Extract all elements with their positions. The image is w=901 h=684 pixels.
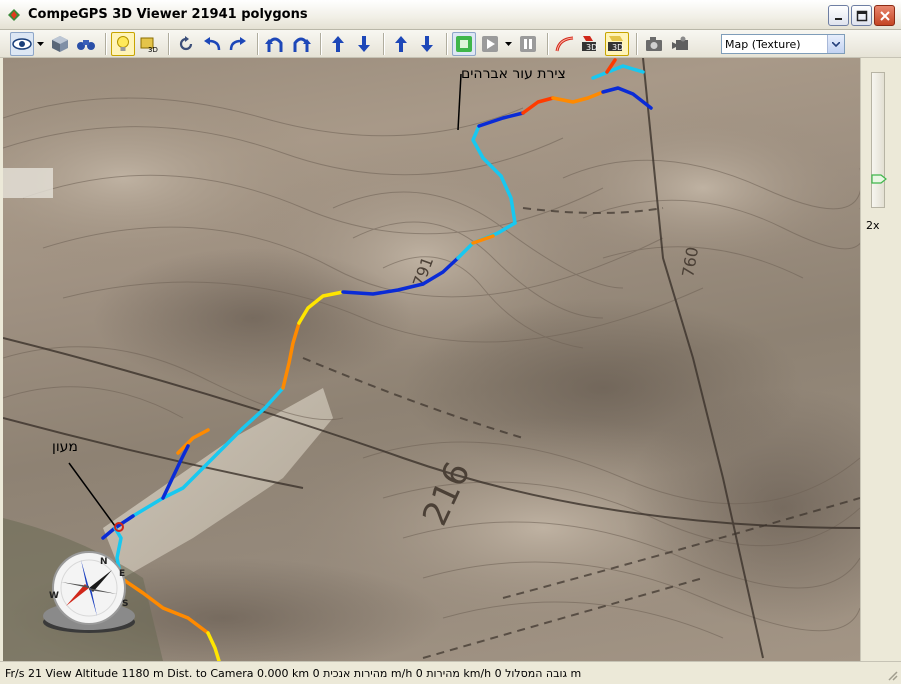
compass-n-label: N bbox=[100, 557, 108, 567]
altitude-down-button[interactable] bbox=[415, 32, 439, 56]
svg-text:3D: 3D bbox=[612, 43, 623, 52]
window-title: CompeGPS 3D Viewer 21941 polygons bbox=[28, 7, 308, 22]
svg-text:3D: 3D bbox=[586, 43, 597, 52]
cube-icon bbox=[52, 35, 68, 52]
toolbar-separator bbox=[105, 32, 106, 55]
minimize-icon bbox=[834, 17, 842, 20]
3d-box-icon: 3D bbox=[140, 37, 158, 53]
status-text: Fr/s 21 View Altitude 1180 m Dist. to Ca… bbox=[5, 666, 582, 680]
pause-button[interactable] bbox=[516, 32, 540, 56]
stop-button[interactable] bbox=[452, 31, 476, 56]
compass-s-label: S bbox=[122, 599, 128, 609]
track-button[interactable] bbox=[553, 32, 577, 56]
toolbar-separator bbox=[257, 32, 258, 55]
binoculars-icon bbox=[77, 39, 95, 50]
status-bar: Fr/s 21 View Altitude 1180 m Dist. to Ca… bbox=[0, 661, 901, 684]
turn-left-button[interactable] bbox=[263, 32, 287, 56]
maximize-icon bbox=[856, 10, 867, 21]
rotate-button[interactable] bbox=[174, 32, 198, 56]
eye-view-icon bbox=[12, 37, 32, 50]
3d-box-button[interactable]: 3D bbox=[137, 32, 161, 56]
zoom-panel: 2x bbox=[860, 58, 901, 661]
compass-w-label: W bbox=[49, 591, 59, 601]
3d-waypoint-icon: 3D bbox=[608, 35, 623, 52]
svg-text:3D: 3D bbox=[148, 46, 158, 53]
altitude-up-button[interactable] bbox=[389, 32, 413, 56]
toolbar-separator bbox=[636, 32, 637, 55]
compass-e-label: E bbox=[119, 569, 125, 579]
maximize-button[interactable] bbox=[851, 5, 872, 26]
rotate-icon bbox=[179, 35, 193, 50]
redo-view-button[interactable] bbox=[226, 32, 250, 56]
waypoint-label-top: צירת עור אברהים bbox=[461, 66, 566, 82]
zoom-slider-track[interactable] bbox=[871, 72, 885, 208]
3d-waypoint-button[interactable]: 3D bbox=[605, 31, 629, 56]
altitude-up-icon bbox=[395, 35, 407, 52]
app-icon bbox=[8, 8, 20, 21]
3d-marker-icon: 3D bbox=[582, 35, 597, 52]
undo-arrow-icon bbox=[204, 36, 221, 50]
map-type-select[interactable]: Map (Texture) bbox=[721, 34, 845, 54]
zoom-level-label: 2x bbox=[866, 219, 880, 232]
svg-text:760: 760 bbox=[678, 245, 702, 278]
play-button[interactable] bbox=[478, 32, 502, 56]
3d-map-view[interactable]: 791 760 216 צירת עור אברהים מעון N E S W bbox=[3, 58, 860, 661]
light-button[interactable] bbox=[111, 31, 135, 56]
map-type-dropdown-button[interactable] bbox=[827, 35, 844, 53]
title-bar[interactable]: CompeGPS 3D Viewer 21941 polygons bbox=[0, 0, 901, 30]
turn-left-icon bbox=[265, 37, 283, 52]
turn-right-button[interactable] bbox=[289, 32, 313, 56]
pause-icon bbox=[520, 35, 536, 52]
undo-view-button[interactable] bbox=[200, 32, 224, 56]
play-dropdown[interactable] bbox=[504, 32, 512, 56]
stop-icon bbox=[456, 35, 472, 52]
close-button[interactable] bbox=[874, 5, 895, 26]
move-down-button[interactable] bbox=[352, 32, 376, 56]
toolbar-separator bbox=[320, 32, 321, 55]
compass-widget[interactable]: N E S W bbox=[37, 546, 147, 638]
move-up-icon bbox=[332, 35, 344, 52]
zoom-slider-thumb[interactable] bbox=[871, 174, 887, 184]
redo-arrow-icon bbox=[229, 36, 246, 50]
video-camera-button[interactable] bbox=[668, 32, 692, 56]
move-down-icon bbox=[358, 35, 370, 52]
turn-right-icon bbox=[293, 37, 311, 52]
lightbulb-icon bbox=[117, 35, 129, 51]
track-icon bbox=[555, 36, 574, 51]
toolbar-separator bbox=[446, 32, 447, 55]
toolbar-separator bbox=[168, 32, 169, 55]
resize-grip-icon[interactable] bbox=[886, 669, 898, 681]
camera-button[interactable] bbox=[642, 32, 666, 56]
waypoint-label-start: מעון bbox=[52, 439, 78, 455]
view-mode-dropdown[interactable] bbox=[36, 32, 44, 56]
close-icon bbox=[879, 10, 890, 21]
camera-icon bbox=[646, 36, 662, 51]
play-icon bbox=[482, 35, 498, 52]
toolbar-separator bbox=[547, 32, 548, 55]
chevron-down-icon bbox=[832, 41, 840, 47]
map-type-value: Map (Texture) bbox=[725, 37, 801, 51]
chevron-down-icon bbox=[36, 41, 44, 46]
binoculars-button[interactable] bbox=[74, 32, 98, 56]
3d-marker-button[interactable]: 3D bbox=[579, 32, 603, 56]
video-camera-icon bbox=[672, 36, 688, 50]
view-mode-button[interactable] bbox=[10, 31, 34, 56]
toolbar-separator bbox=[383, 32, 384, 55]
3d-object-button[interactable] bbox=[48, 32, 72, 56]
altitude-down-icon bbox=[421, 35, 433, 52]
chevron-down-icon bbox=[504, 41, 512, 46]
move-up-button[interactable] bbox=[326, 32, 350, 56]
minimize-button[interactable] bbox=[828, 5, 849, 26]
